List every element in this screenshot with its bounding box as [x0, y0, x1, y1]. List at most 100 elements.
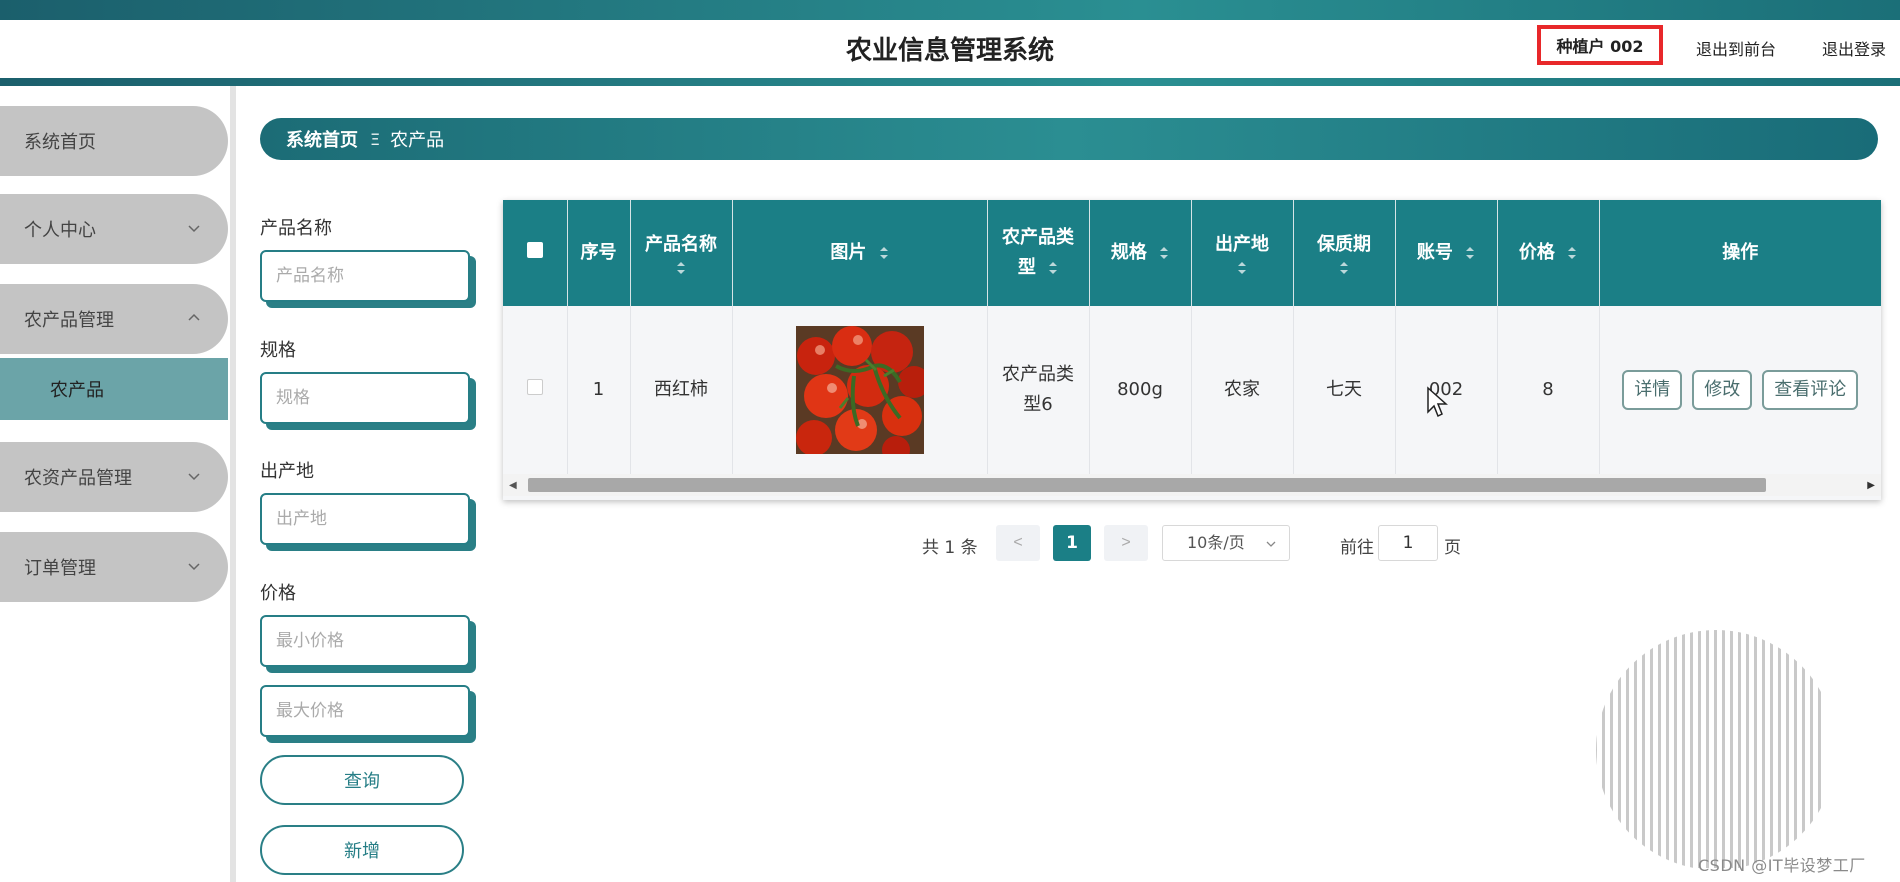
- column-header-label: 图片: [830, 242, 867, 263]
- min-price-input[interactable]: [260, 615, 470, 667]
- sidebar-item-label: 系统首页: [24, 132, 96, 153]
- sidebar-item-farm-product-management[interactable]: 农产品管理: [0, 284, 228, 354]
- sidebar-item-farm-supplies-management[interactable]: 农资产品管理: [0, 442, 228, 512]
- current-user: 种植户 002: [1537, 25, 1663, 65]
- column-header-image[interactable]: 图片: [732, 200, 988, 306]
- sort-icon[interactable]: [676, 260, 686, 276]
- spec-label: 规格: [260, 340, 296, 361]
- row-select-cell[interactable]: [503, 306, 568, 474]
- add-button[interactable]: 新增: [260, 825, 464, 875]
- detail-button[interactable]: 详情: [1622, 370, 1683, 410]
- sidebar-item-order-management[interactable]: 订单管理: [0, 532, 228, 602]
- header-bottom-stripe: [0, 78, 1900, 86]
- column-header-label: 产品名称: [645, 234, 717, 255]
- goto-page-input[interactable]: [1378, 525, 1438, 561]
- column-header-label: 规格: [1110, 242, 1147, 263]
- page-size-value: 10条/页: [1187, 533, 1245, 552]
- horizontal-scrollbar[interactable]: ◀ ▶: [503, 474, 1881, 496]
- cell-origin: 农家: [1191, 306, 1294, 474]
- sidebar-item-label: 农资产品管理: [24, 468, 132, 489]
- cell-index: 1: [567, 306, 631, 474]
- column-header-label: 农产品类型: [1002, 227, 1074, 278]
- edit-button[interactable]: 修改: [1692, 370, 1753, 410]
- spec-input[interactable]: [260, 372, 470, 424]
- decorative-stripe-circle: [1596, 630, 1824, 868]
- sidebar-item-label: 农产品管理: [24, 310, 114, 331]
- chevron-down-icon: [1266, 541, 1276, 547]
- cell-price: 8: [1497, 306, 1600, 474]
- chevron-up-icon: [188, 313, 200, 321]
- product-table: 序号 产品名称 图片 农产品类型 规格 出产地 保质期 账号 价格 操作 1 西…: [503, 200, 1881, 500]
- sort-icon[interactable]: [879, 245, 889, 261]
- product-name-input[interactable]: [260, 250, 470, 302]
- page-unit-label: 页: [1444, 538, 1461, 558]
- column-header-label: 保质期: [1317, 234, 1371, 255]
- scrollbar-thumb[interactable]: [528, 478, 1766, 492]
- column-header-label: 账号: [1416, 242, 1453, 263]
- sidebar: 系统首页 个人中心 农产品管理 农产品 农资产品管理 订单管理: [0, 86, 236, 882]
- column-header-origin[interactable]: 出产地: [1191, 200, 1294, 306]
- pagination-total: 共 1 条: [922, 538, 978, 558]
- origin-input[interactable]: [260, 493, 470, 545]
- max-price-input[interactable]: [260, 685, 470, 737]
- exit-to-front-link[interactable]: 退出到前台: [1696, 36, 1776, 60]
- price-label: 价格: [260, 583, 296, 604]
- column-header-spec[interactable]: 规格: [1089, 200, 1192, 306]
- column-header-name[interactable]: 产品名称: [630, 200, 733, 306]
- tomato-photo: [795, 326, 930, 464]
- column-header-index: 序号: [567, 200, 631, 306]
- sidebar-item-label: 个人中心: [24, 220, 96, 241]
- view-comments-button[interactable]: 查看评论: [1762, 370, 1859, 410]
- breadcrumb: 系统首页 Ξ 农产品: [260, 118, 1878, 160]
- table-header-row: 序号 产品名称 图片 农产品类型 规格 出产地 保质期 账号 价格 操作: [503, 200, 1881, 306]
- row-checkbox[interactable]: [526, 379, 543, 395]
- column-header-label: 序号: [580, 242, 617, 263]
- column-header-label: 出产地: [1215, 234, 1269, 255]
- select-all-checkbox[interactable]: [526, 242, 543, 258]
- cell-shelf-life: 七天: [1293, 306, 1396, 474]
- header-top-stripe: [0, 0, 1900, 20]
- sidebar-item-label: 订单管理: [24, 558, 96, 579]
- sidebar-subitem-farm-product[interactable]: 农产品: [0, 358, 228, 420]
- sidebar-item-home[interactable]: 系统首页: [0, 106, 228, 176]
- goto-label: 前往: [1340, 538, 1374, 558]
- column-header-label: 操作: [1722, 242, 1759, 263]
- chevron-down-icon: [188, 473, 200, 481]
- sidebar-item-personal-center[interactable]: 个人中心: [0, 194, 228, 264]
- cell-actions: 详情 修改 查看评论: [1599, 306, 1881, 474]
- sidebar-subitem-label: 农产品: [50, 380, 104, 401]
- scroll-left-arrow-icon[interactable]: ◀: [509, 480, 517, 491]
- page-number-current[interactable]: 1: [1053, 525, 1091, 561]
- logout-link[interactable]: 退出登录: [1822, 36, 1886, 60]
- cell-image: [732, 306, 988, 474]
- column-header-shelf-life[interactable]: 保质期: [1293, 200, 1396, 306]
- table-row: 1 西红柿 农产品类型6 800g 农家 七天 002 8 详情 修改 查看评论: [503, 306, 1881, 474]
- product-name-label: 产品名称: [260, 218, 332, 239]
- breadcrumb-separator: Ξ: [370, 129, 381, 149]
- column-header-label: 价格: [1518, 242, 1555, 263]
- sort-icon[interactable]: [1048, 260, 1058, 276]
- column-header-account[interactable]: 账号: [1395, 200, 1498, 306]
- scroll-right-arrow-icon[interactable]: ▶: [1867, 480, 1875, 491]
- sort-icon[interactable]: [1237, 260, 1247, 276]
- mouse-cursor-icon: [1427, 386, 1448, 418]
- cell-type: 农产品类型6: [987, 306, 1090, 474]
- sort-icon[interactable]: [1339, 260, 1349, 276]
- origin-label: 出产地: [260, 461, 314, 482]
- query-button[interactable]: 查询: [260, 755, 464, 805]
- prev-page-button[interactable]: <: [996, 525, 1040, 561]
- sort-icon[interactable]: [1465, 245, 1475, 261]
- page-size-select[interactable]: 10条/页: [1162, 525, 1290, 561]
- column-header-price[interactable]: 价格: [1497, 200, 1600, 306]
- cell-spec: 800g: [1089, 306, 1192, 474]
- breadcrumb-home[interactable]: 系统首页: [286, 126, 358, 152]
- select-all-header[interactable]: [503, 200, 568, 306]
- sort-icon[interactable]: [1567, 245, 1577, 261]
- cell-name: 西红柿: [630, 306, 733, 474]
- sort-icon[interactable]: [1159, 245, 1169, 261]
- next-page-button[interactable]: >: [1104, 525, 1148, 561]
- chevron-down-icon: [188, 225, 200, 233]
- chevron-down-icon: [188, 563, 200, 571]
- column-header-type[interactable]: 农产品类型: [987, 200, 1090, 306]
- column-header-actions: 操作: [1599, 200, 1881, 306]
